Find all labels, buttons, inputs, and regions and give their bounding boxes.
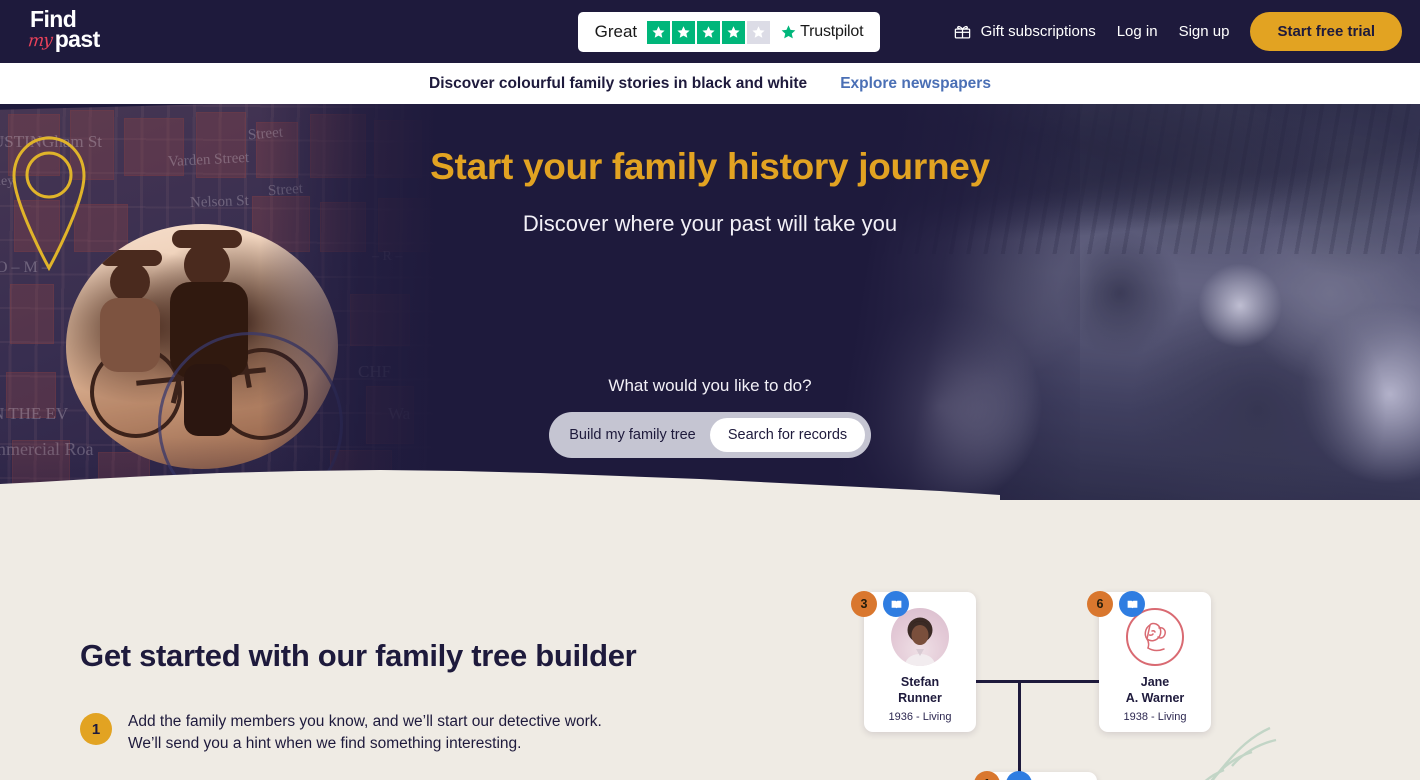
top-navigation-bar: Find my past Great Trustpilot Gift subsc… <box>0 0 1420 63</box>
trustpilot-star-icon <box>781 24 796 38</box>
logo-text-past: past <box>54 26 101 52</box>
hint-book-badge[interactable] <box>1119 591 1145 617</box>
step-description: Add the family members you know, and we’… <box>128 711 602 755</box>
step-description-line-2: We’ll send you a hint when we find somet… <box>128 735 522 752</box>
login-link[interactable]: Log in <box>1117 23 1158 40</box>
star-icon <box>647 20 671 44</box>
gift-icon <box>953 22 972 41</box>
logo-text-my: my <box>26 30 53 52</box>
nav-right-group: Gift subscriptions Log in Sign up Start … <box>953 0 1402 63</box>
tree-connector-vertical <box>1018 680 1021 776</box>
hero-title: Start your family history journey <box>430 146 990 187</box>
action-toggle-group[interactable]: Build my family tree Search for records <box>549 412 871 458</box>
leaf-branch-decoration <box>1204 726 1277 780</box>
promo-banner: Discover colourful family stories in bla… <box>0 63 1420 104</box>
explore-newspapers-link[interactable]: Explore newspapers <box>840 75 991 93</box>
hero-subtitle: Discover where your past will take you <box>522 211 898 236</box>
book-icon <box>891 600 901 608</box>
start-free-trial-button[interactable]: Start free trial <box>1250 12 1402 51</box>
step-description-line-1: Add the family members you know, and we’… <box>128 713 602 730</box>
star-icon-empty <box>747 20 771 44</box>
star-icon <box>697 20 721 44</box>
hint-book-badge[interactable] <box>883 591 909 617</box>
signup-link[interactable]: Sign up <box>1179 23 1230 40</box>
torn-paper-divider <box>0 470 1000 507</box>
section-title: Get started with our family tree builder <box>80 638 637 673</box>
family-tree-preview: Stefan Runner 1936 - Living 3 Jane A. Wa… <box>820 578 1420 780</box>
silhouette-line-art-icon <box>1144 622 1166 652</box>
star-icon <box>672 20 696 44</box>
hero-question-label: What would you like to do? <box>608 376 812 395</box>
step-number-badge: 1 <box>80 713 112 745</box>
step-item-1: 1 Add the family members you know, and w… <box>80 711 602 755</box>
toggle-option-search-records[interactable]: Search for records <box>710 418 865 452</box>
avatar <box>891 608 949 666</box>
tree-card[interactable]: Jane A. Warner 1938 - Living <box>1099 592 1211 733</box>
trustpilot-brand-label: Trustpilot <box>800 23 864 40</box>
tree-card-dates: 1938 - Living <box>1123 711 1187 724</box>
tree-card[interactable]: Stefan Runner 1936 - Living <box>864 592 976 733</box>
star-icon <box>722 20 746 44</box>
toggle-option-build-tree[interactable]: Build my family tree <box>555 418 710 452</box>
findmypast-logo[interactable]: Find my past <box>26 8 148 56</box>
trustpilot-widget[interactable]: Great Trustpilot <box>578 12 880 52</box>
promo-banner-text: Discover colourful family stories in bla… <box>429 74 808 92</box>
gift-subscriptions-label: Gift subscriptions <box>980 23 1096 40</box>
tree-card-name-line-1: Stefan <box>900 675 940 689</box>
tree-builder-section: Get started with our family tree builder… <box>0 500 1420 780</box>
trustpilot-brand: Trustpilot <box>780 23 864 41</box>
tree-card[interactable] <box>985 772 1097 780</box>
page-root: Find my past Great Trustpilot Gift subsc… <box>0 0 1420 780</box>
portrait-photo-icon <box>905 617 935 666</box>
tree-card-name-line-1: Jane <box>1140 675 1170 689</box>
hint-count-badge[interactable]: 3 <box>851 591 877 617</box>
trustpilot-star-rating <box>647 20 771 44</box>
trustpilot-rating-word: Great <box>594 22 638 41</box>
book-icon <box>1127 600 1137 608</box>
tree-card-name-line-2: A. Warner <box>1125 690 1185 705</box>
tree-card-dates: 1936 - Living <box>888 711 952 724</box>
hint-count-badge[interactable]: 6 <box>1087 591 1113 617</box>
gift-subscriptions-link[interactable]: Gift subscriptions <box>953 22 1096 41</box>
tree-card-name-line-2: Runner <box>898 690 942 705</box>
